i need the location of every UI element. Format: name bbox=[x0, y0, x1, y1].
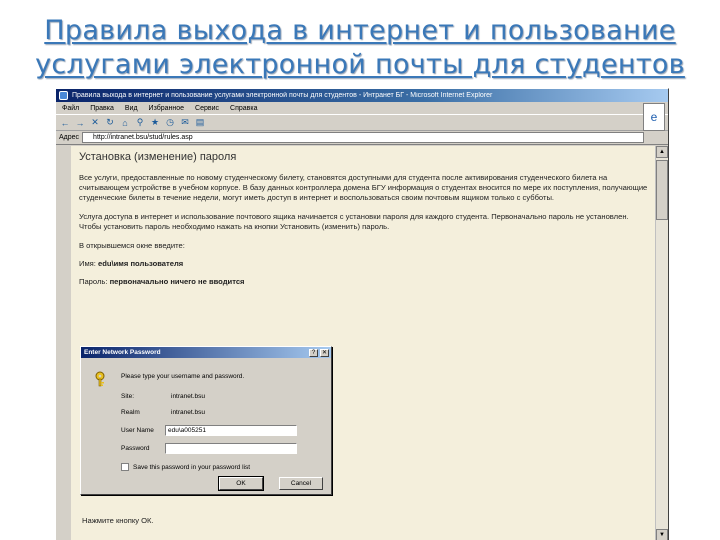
stop-icon[interactable]: ✕ bbox=[90, 117, 100, 128]
menu-help[interactable]: Справка bbox=[230, 105, 257, 112]
password-row: Password bbox=[121, 445, 150, 452]
help-icon[interactable]: ? bbox=[309, 348, 318, 357]
scroll-up-icon[interactable]: ▲ bbox=[656, 146, 668, 158]
username-label: User Name bbox=[121, 427, 154, 434]
page-heading: Установка (изменение) пароля bbox=[79, 151, 237, 163]
vertical-scrollbar[interactable]: ▲ ▼ bbox=[655, 146, 668, 540]
menu-tools[interactable]: Сервис bbox=[195, 105, 219, 112]
network-password-dialog: Enter Network Password ? ✕ Please type y… bbox=[80, 346, 332, 495]
save-password-option[interactable]: Save this password in your password list bbox=[121, 463, 250, 471]
address-label: Адрес bbox=[59, 134, 80, 141]
ie-logo-icon: e bbox=[643, 103, 665, 131]
home-icon[interactable]: ⌂ bbox=[120, 118, 130, 128]
name-value: edu\имя пользователя bbox=[98, 259, 184, 268]
dialog-titlebar: Enter Network Password ? ✕ bbox=[81, 347, 331, 358]
key-icon bbox=[95, 371, 105, 387]
menu-edit[interactable]: Правка bbox=[90, 105, 114, 112]
address-bar: Адрес http://intranet.bsu/stud/rules.asp bbox=[56, 131, 668, 145]
ie-icon bbox=[59, 91, 68, 100]
realm-label: Realm bbox=[121, 409, 140, 416]
menubar: Файл Правка Вид Избранное Сервис Справка bbox=[56, 102, 668, 115]
browser-titlebar: Правила выхода в интернет и пользование … bbox=[56, 89, 668, 102]
save-password-label: Save this password in your password list bbox=[133, 463, 251, 471]
dialog-prompt: Please type your username and password. bbox=[121, 373, 245, 380]
close-icon[interactable]: ✕ bbox=[320, 348, 329, 357]
menu-favorites[interactable]: Избранное bbox=[149, 105, 184, 112]
slide-title-line2: услугами электронной почты для студентов bbox=[35, 49, 685, 80]
refresh-icon[interactable]: ↻ bbox=[105, 117, 115, 128]
favorites-icon[interactable]: ★ bbox=[150, 117, 160, 128]
footer-instruction: Нажмите кнопку ОК. bbox=[82, 516, 154, 525]
password-label: Пароль: bbox=[79, 277, 108, 286]
ok-button[interactable]: OK bbox=[218, 476, 264, 491]
menu-view[interactable]: Вид bbox=[125, 105, 138, 112]
scroll-thumb[interactable] bbox=[656, 160, 668, 220]
print-icon[interactable]: ▤ bbox=[195, 117, 205, 128]
paragraph-password: Услуга доступа в интернет и использовани… bbox=[79, 212, 629, 231]
slide-title: Правила выхода в интернет и пользование … bbox=[0, 14, 720, 82]
username-input[interactable]: edu\a005251 bbox=[165, 425, 297, 436]
realm-value: intranet.bsu bbox=[171, 409, 205, 416]
menu-file[interactable]: Файл bbox=[62, 105, 79, 112]
window-title: Правила выхода в интернет и пользование … bbox=[72, 92, 493, 99]
paragraph-activation: Все услуги, предоставленные по новому ст… bbox=[79, 173, 648, 202]
site-label: Site: bbox=[121, 393, 135, 400]
password-input[interactable] bbox=[165, 443, 297, 454]
dialog-password-label: Password bbox=[121, 445, 150, 452]
save-password-checkbox[interactable] bbox=[121, 463, 129, 471]
history-icon[interactable]: ◷ bbox=[165, 117, 175, 128]
slide-title-line1: Правила выхода в интернет и пользование bbox=[44, 15, 676, 46]
username-row: User Name bbox=[121, 427, 154, 434]
password-value: первоначально ничего не вводится bbox=[109, 277, 245, 286]
name-label: Имя: bbox=[79, 259, 96, 268]
site-value: intranet.bsu bbox=[171, 393, 205, 400]
name-line: Имя: edu\имя пользователя bbox=[79, 259, 649, 269]
forward-icon[interactable]: → bbox=[75, 118, 85, 128]
cancel-button[interactable]: Cancel bbox=[279, 477, 323, 490]
back-icon[interactable]: ← bbox=[60, 118, 70, 128]
scroll-down-icon[interactable]: ▼ bbox=[656, 529, 668, 540]
dialog-title: Enter Network Password bbox=[84, 349, 161, 356]
prompt-line: В открывшемся окне введите: bbox=[79, 241, 185, 250]
toolbar: ← → ✕ ↻ ⌂ ⚲ ★ ◷ ✉ ▤ bbox=[56, 115, 668, 131]
address-input[interactable]: http://intranet.bsu/stud/rules.asp bbox=[82, 132, 645, 143]
password-line: Пароль: первоначально ничего не вводится bbox=[79, 277, 649, 287]
mail-icon[interactable]: ✉ bbox=[180, 117, 190, 128]
realm-row: Realm intranet.bsu bbox=[121, 409, 205, 416]
search-icon[interactable]: ⚲ bbox=[135, 117, 145, 128]
site-row: Site: intranet.bsu bbox=[121, 393, 205, 400]
